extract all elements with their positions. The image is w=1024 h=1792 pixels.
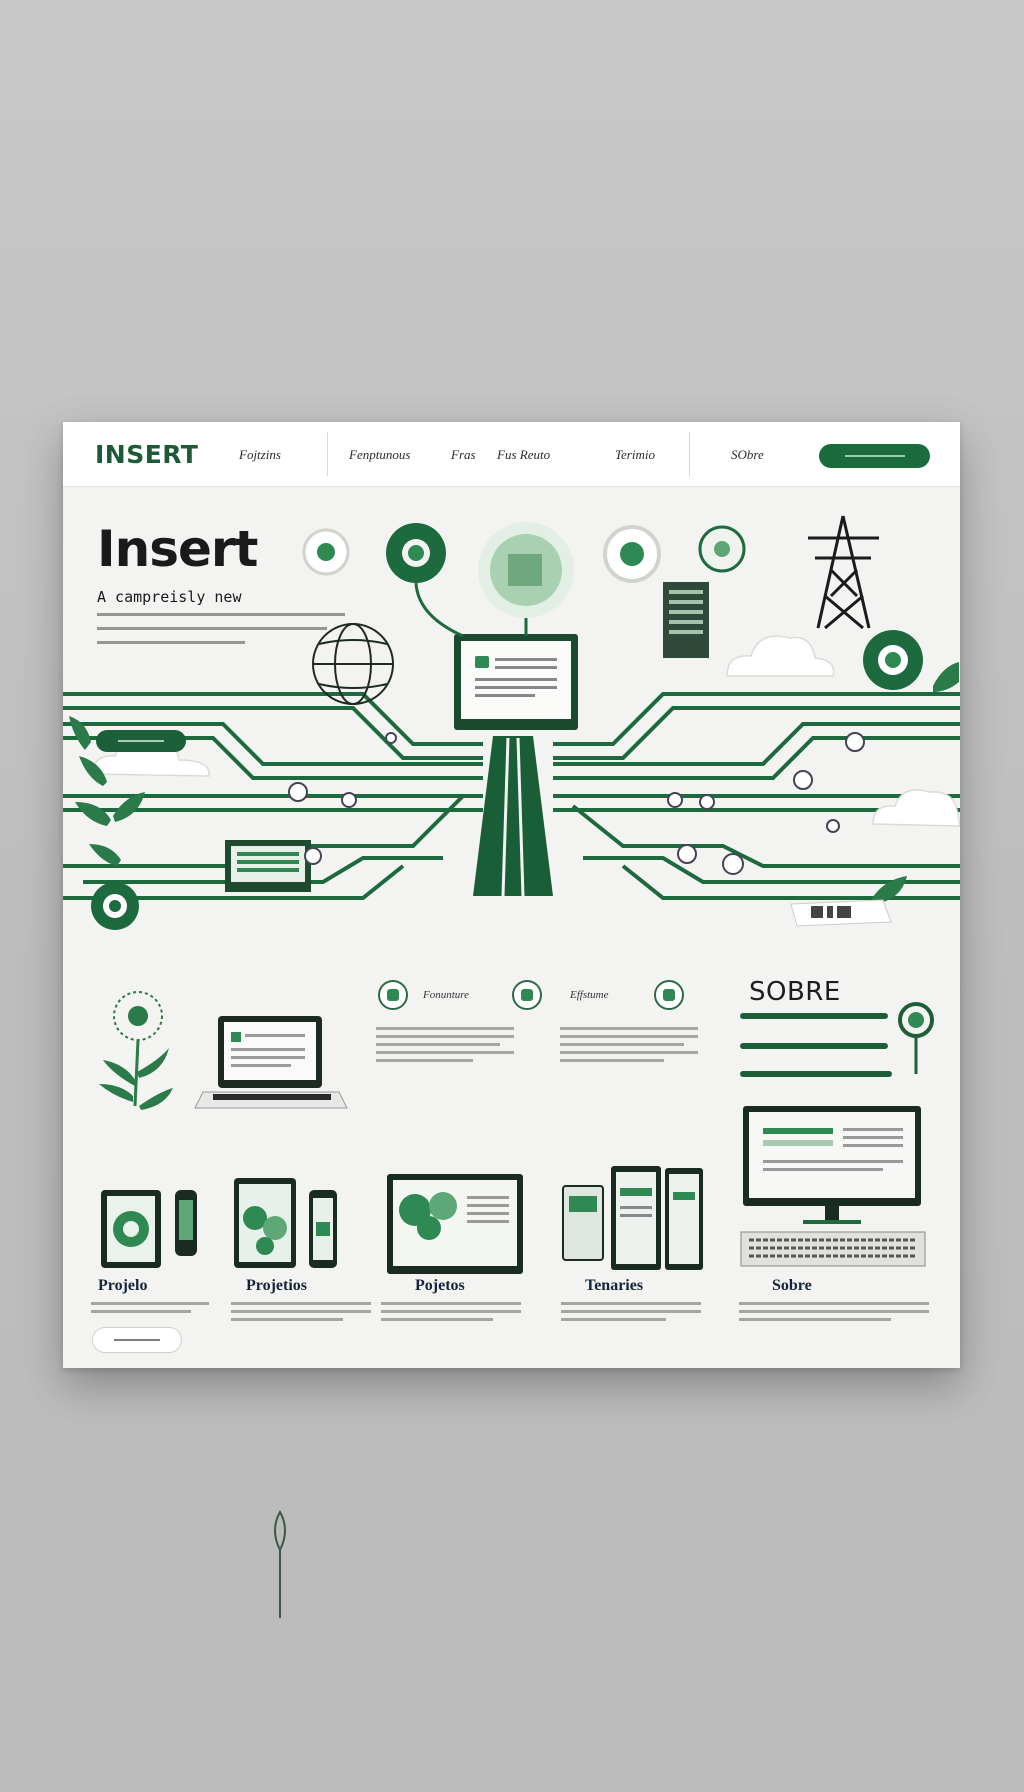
column-text-3 [381,1302,521,1326]
column-title-1[interactable]: Projelo [98,1277,147,1295]
tablet-icon [225,840,311,892]
desktop-icon [740,1106,926,1267]
nav-link-6[interactable]: SObre [731,447,764,463]
column-text-5 [739,1302,929,1326]
feature-title-1: Fonunture [423,989,470,1001]
nav-divider [689,432,690,476]
website-preview-icon [387,1174,523,1274]
hero-text-line [97,613,345,616]
monitor-icon [454,634,578,730]
column-text-2 [231,1302,371,1326]
hero-text-line [97,641,245,644]
hero-cta-button[interactable] [96,730,186,752]
hero-title: Insert [97,520,258,578]
hero-subtitle: A campreisly new [97,588,242,606]
column-title-4[interactable]: Tenaries [585,1277,643,1295]
server-rack-icon [663,582,709,658]
nav-link-5[interactable]: Terimio [615,447,655,463]
top-nav: INSERT Fojtzins Fenptunous Fras Fus Reut… [63,422,960,487]
power-tower-icon [808,515,879,630]
central-trunk-icon [473,736,553,897]
nav-link-3[interactable]: Fras [451,447,476,463]
tablet-icon [101,1190,197,1268]
feature-text-2 [560,1027,698,1067]
nav-divider [327,432,328,476]
slider-icon [740,1002,934,1077]
column-title-2[interactable]: Projetios [246,1277,307,1295]
shield-icon[interactable] [654,980,684,1010]
nav-link-4[interactable]: Fus Reuto [497,447,550,463]
book-icon [790,899,892,927]
pin-icon [274,1510,286,1618]
laptop-icon [194,1016,348,1109]
brand-logo[interactable]: INSERT [95,440,199,469]
nav-link-1[interactable]: Fojtzins [239,447,281,463]
nav-link-2[interactable]: Fenptunous [349,447,410,463]
globe-icon [478,522,574,636]
leaf-badge-icon[interactable] [378,980,408,1010]
circuit-traces-right-icon [553,692,960,900]
gear-icon [863,630,923,690]
column-text-4 [561,1302,701,1326]
footer-outline-button[interactable] [92,1327,182,1353]
nav-cta-button[interactable] [819,444,930,468]
column-title-5[interactable]: Sobre [772,1277,812,1295]
flower-icon [99,991,173,1110]
feature-text-1 [376,1027,514,1067]
sobre-heading: SOBRE [749,977,841,1007]
column-title-3[interactable]: Pojetos [415,1277,465,1295]
gear-flower-icon [386,523,464,638]
node-dot-icon [288,732,865,875]
bucket-icon[interactable] [512,980,542,1010]
hero-section: Insert A campreisly new [63,486,960,956]
phone-icon [234,1178,337,1268]
hero-text-line [97,627,327,630]
website-mockup-card: INSERT Fojtzins Fenptunous Fras Fus Reut… [63,422,960,1368]
feature-title-2: Effstume [570,989,609,1001]
knob-icon [91,882,139,930]
device-group-icon [562,1166,703,1270]
column-text-1 [91,1302,209,1318]
